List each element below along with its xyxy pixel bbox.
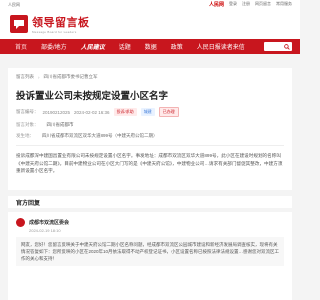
search-box[interactable] [264, 42, 292, 51]
official-reply-card: 成都市双流区委会 2024-02-19 18:10 网友，您好！您留言反映关于中… [8, 212, 292, 300]
location-value: 四川省成都市双流区双华大道899号（中建天府公馆二期） [42, 133, 158, 138]
reply-org: 成都市双流区委会 [29, 220, 70, 226]
top-utility-bar: 人民网 人民网 登录 注册 网页留言 常用服务 [0, 0, 300, 9]
message-date: 2024-02-02 16:36 [74, 109, 110, 115]
message-board-logo-icon[interactable] [10, 15, 28, 33]
message-body: 投诉成都深中建国昌置业有限公司未按规定设置小区名字。事发地址：成都市双流区双华大… [16, 153, 283, 173]
people-daily-logo[interactable]: 人民网 [209, 1, 224, 8]
site-header: 领导留言板 Message Board for Leaders [0, 9, 300, 39]
breadcrumb: 留言列表 › 四川省成都市委书记曹立军 [16, 74, 284, 80]
message-meta: 留言编号： 20190212025 2024-02-02 16:36 投诉/求助… [16, 107, 284, 117]
message-id-label: 留言编号： [16, 109, 39, 114]
main-nav: 首页 部委/地方 人民建议 话题 数据 政策 人民日报读者来信 [0, 39, 300, 54]
breadcrumb-target[interactable]: 四川省成都市委书记曹立军 [44, 74, 98, 80]
topbar-site-label: 人民网 [8, 1, 20, 7]
tag-category: 城建 [140, 108, 155, 116]
nav-policy[interactable]: 政策 [164, 42, 190, 51]
target-label: 留言对象： [16, 122, 39, 127]
register-link[interactable]: 注册 [242, 1, 250, 8]
divider [16, 145, 284, 146]
breadcrumb-separator-icon: › [38, 74, 40, 80]
nav-data[interactable]: 数据 [138, 42, 164, 51]
target-value: 四川省成都市 [46, 122, 74, 127]
avatar [16, 218, 25, 227]
logo-title: 领导留言板 [32, 17, 90, 29]
nav-topics[interactable]: 话题 [112, 42, 138, 51]
logo-text: 领导留言板 Message Board for Leaders [32, 14, 90, 34]
services-link[interactable]: 常用服务 [276, 1, 292, 8]
reply-header: 成都市双流区委会 [16, 218, 284, 227]
tag-complaint: 投诉/求助 [113, 108, 137, 116]
nav-readers-letters[interactable]: 人民日报读者来信 [190, 42, 252, 51]
nav-people-suggestions[interactable]: 人民建议 [74, 42, 112, 51]
topbar-links: 人民网 登录 注册 网页留言 常用服务 [209, 1, 292, 8]
message-target-row: 留言对象： 四川省成都市 [16, 122, 284, 128]
nav-home[interactable]: 首页 [8, 42, 34, 51]
search-icon[interactable] [284, 43, 290, 50]
reply-body: 网友，您好！您留言反映关于中建天府公馆二期小区名称问题，经成都市双流区公园城市建… [16, 237, 284, 266]
message-location-row: 发生地： 四川省成都市双流区双华大道899号（中建天府公馆二期） [16, 133, 284, 139]
message-detail-card: 留言列表 › 四川省成都市委书记曹立军 投诉置业公司未按规定设置小区名字 留言编… [8, 68, 292, 190]
message-link[interactable]: 网页留言 [255, 1, 271, 8]
reply-date: 2024-02-19 18:10 [29, 228, 61, 233]
status-badge: 已办理 [158, 107, 179, 117]
location-label: 发生地： [16, 133, 34, 138]
logo-subtitle: Message Board for Leaders [32, 30, 77, 34]
message-title: 投诉置业公司未按规定设置小区名字 [16, 91, 169, 102]
official-reply-heading: 官方回复 [8, 196, 292, 208]
login-link[interactable]: 登录 [229, 1, 237, 8]
nav-departments[interactable]: 部委/地方 [34, 42, 74, 51]
breadcrumb-list[interactable]: 留言列表 [16, 74, 34, 80]
message-id: 20190212025 [42, 109, 71, 115]
